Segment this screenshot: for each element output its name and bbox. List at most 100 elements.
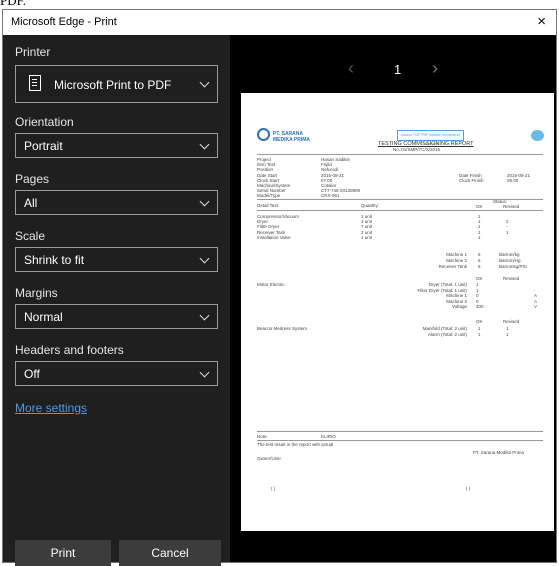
pressure-ok: 6 xyxy=(478,258,481,263)
note-value: KLIRIO xyxy=(321,434,336,439)
page-top-text: PDF. xyxy=(0,0,27,8)
beacon-item: Alarm (Total: 2 unit) xyxy=(427,331,467,337)
logo-circle-icon xyxy=(257,128,270,141)
signature-left: ( ) xyxy=(271,486,276,491)
print-button[interactable]: Print xyxy=(15,540,111,566)
chevron-down-icon xyxy=(199,367,210,378)
close-icon[interactable]: × xyxy=(537,13,546,30)
printer-value: Microsoft Print to PDF xyxy=(54,78,172,92)
chevron-down-icon xyxy=(199,253,210,264)
motor-ok: 400 xyxy=(476,304,484,309)
scale-select[interactable]: Shrink to fit xyxy=(15,247,218,272)
motor-ok: 0 xyxy=(476,298,479,304)
preview-page: PT. SARANA MEDIKA PRIMA Sarana TMP PNP w… xyxy=(241,93,554,531)
report-number: No. 01/SMP/TC/X/2015 xyxy=(393,147,441,152)
pressure-unit: Barmmkg/PSI xyxy=(499,264,527,269)
partner-logo-icon xyxy=(531,130,544,141)
divider xyxy=(257,210,543,211)
ok-heading: OK xyxy=(476,319,483,324)
note-line: The test result in the report with actua… xyxy=(257,442,334,447)
item-name: Installation Valve xyxy=(257,234,291,240)
headers-footers-select[interactable]: Off xyxy=(15,361,218,386)
headers-footers-label: Headers and footers xyxy=(15,343,124,357)
beacon-revised: 1 xyxy=(506,326,509,331)
pressure-unit: Barmm/kg xyxy=(499,252,520,257)
motor-ok: 1 xyxy=(476,287,479,293)
beacon-revised: 1 xyxy=(506,331,509,337)
info-value: CRX-061 xyxy=(321,193,340,199)
website-banner: Sarana TMP PNP website ecommerce Indones… xyxy=(397,130,464,146)
motor-item: Machine 2 xyxy=(446,298,467,304)
more-settings-link[interactable]: More settings xyxy=(15,401,87,415)
motor-item: Dryer (Total: 1 unit) xyxy=(428,282,467,287)
printer-select[interactable]: Microsoft Print to PDF xyxy=(15,65,218,103)
margins-value: Normal xyxy=(24,310,63,324)
orientation-label: Orientation xyxy=(15,115,74,129)
pressure-label: Receiver Tank xyxy=(438,264,467,269)
motor-ok: 1 xyxy=(476,282,479,287)
owner-label: Owner/User xyxy=(257,456,282,461)
info-value: 08.00 xyxy=(507,177,519,183)
orientation-value: Portrait xyxy=(24,139,63,153)
headers-footers-value: Off xyxy=(24,367,40,381)
pressure-ok: 6 xyxy=(478,252,481,257)
margins-select[interactable]: Normal xyxy=(15,304,218,329)
motor-item: Filter Dryer (Total: 1 unit) xyxy=(417,287,467,293)
pages-value: All xyxy=(24,196,38,210)
pressure-ok: 6 xyxy=(478,264,481,269)
beacon-item: Manifold (Total: 2 unit) xyxy=(422,326,467,331)
beacon-ok: 1 xyxy=(478,331,481,337)
print-preview-area: ‹ 1 › PT. SARANA MEDIKA PRIMA Sarana TMP… xyxy=(230,35,556,562)
item-ok: 1 xyxy=(478,234,481,240)
pages-label: Pages xyxy=(15,172,50,186)
chevron-down-icon xyxy=(199,139,210,150)
motor-item: Voltage xyxy=(451,304,467,309)
motor-unit: A xyxy=(534,298,538,304)
item-quantity: 1 unit xyxy=(361,234,373,240)
ok-heading: OK xyxy=(476,276,483,281)
detail-test-heading: Detail Test: xyxy=(257,203,280,208)
item-revised: 1 xyxy=(506,229,509,235)
signature-right: ( ) xyxy=(466,486,471,491)
motor-unit: V xyxy=(534,304,538,309)
motor-ok: 0 xyxy=(476,293,479,298)
pages-select[interactable]: All xyxy=(15,190,218,215)
cancel-button[interactable]: Cancel xyxy=(119,540,221,566)
pressure-label: Machine 2 xyxy=(446,258,467,263)
next-page-icon[interactable]: › xyxy=(432,58,438,79)
ok-heading: OK xyxy=(476,204,483,209)
print-dialog-window: Microsoft Edge - Print × Printer Microso… xyxy=(2,9,557,566)
divider xyxy=(257,154,543,155)
printer-document-icon xyxy=(29,75,41,91)
page-number: 1 xyxy=(394,62,402,77)
company-name: PT. SARANA MEDIKA PRIMA xyxy=(273,131,311,143)
scale-value: Shrink to fit xyxy=(24,253,85,267)
motor-unit: A xyxy=(534,293,538,298)
margins-label: Margins xyxy=(15,286,58,300)
pressure-label: Machine 1 xyxy=(446,252,467,257)
divider xyxy=(257,431,543,432)
motor-title: Motor Electric xyxy=(257,282,285,287)
revised-heading: Revised xyxy=(503,319,520,324)
company-signature: PT. Sarana Medika Prima xyxy=(473,450,525,455)
orientation-select[interactable]: Portrait xyxy=(15,133,218,158)
info-key: Clock Finish xyxy=(459,177,484,183)
pressure-unit: Barmm/Hg xyxy=(499,258,521,263)
beacon-title: Beacon Medress System xyxy=(257,326,308,331)
printer-label: Printer xyxy=(15,45,51,59)
chevron-down-icon xyxy=(199,196,210,207)
beacon-ok: 1 xyxy=(478,326,481,331)
quantity-heading: Quantity: xyxy=(361,203,380,208)
divider xyxy=(257,440,543,441)
settings-panel: Printer Microsoft Print to PDF Orientati… xyxy=(3,35,230,566)
company-logo: PT. SARANA MEDIKA PRIMA xyxy=(257,128,319,143)
window-title: Microsoft Edge - Print xyxy=(11,16,117,28)
chevron-down-icon xyxy=(199,77,210,88)
title-bar: Microsoft Edge - Print × xyxy=(3,10,556,35)
previous-page-icon[interactable]: ‹ xyxy=(348,58,354,79)
revised-heading: Revised xyxy=(503,276,520,281)
note-label: Note: xyxy=(257,434,268,439)
info-key: Model/Type xyxy=(257,193,281,199)
scale-label: Scale xyxy=(15,229,46,243)
motor-item: Machine 1 xyxy=(446,293,467,298)
